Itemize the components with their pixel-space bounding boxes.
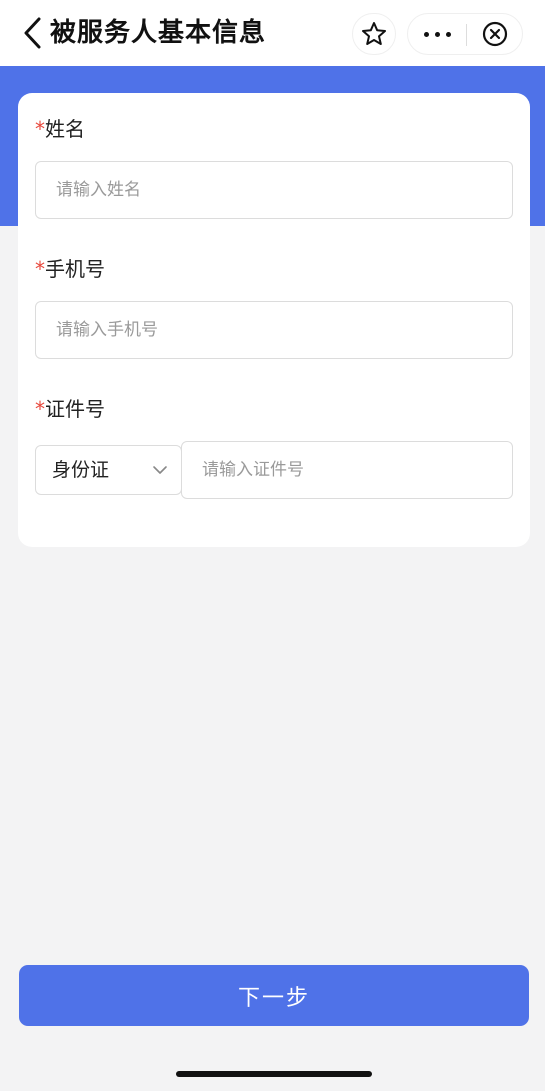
required-mark: * (35, 397, 45, 421)
name-label: *姓名 (35, 114, 85, 144)
phone-input[interactable] (35, 301, 513, 359)
id-type-select[interactable]: 身份证 (35, 445, 182, 495)
more-button[interactable] (408, 14, 466, 54)
name-label-text: 姓名 (45, 117, 85, 141)
required-mark: * (35, 257, 45, 281)
id-number-input[interactable] (181, 441, 513, 499)
star-icon (362, 22, 386, 45)
capsule-divider (466, 24, 467, 46)
phone-label-text: 手机号 (45, 257, 105, 281)
home-indicator (176, 1071, 372, 1077)
navigation-bar: 被服务人基本信息 (0, 0, 545, 66)
close-button[interactable] (468, 14, 522, 54)
page-title: 被服务人基本信息 (50, 18, 267, 48)
id-label-text: 证件号 (45, 397, 105, 421)
mini-program-capsule (407, 13, 523, 55)
favorite-button[interactable] (352, 13, 396, 55)
name-input[interactable] (35, 161, 513, 219)
close-circle-icon (482, 21, 508, 47)
chevron-down-icon (153, 466, 167, 474)
more-dots-icon (423, 31, 429, 37)
phone-label: *手机号 (35, 254, 105, 284)
next-step-button[interactable]: 下一步 (19, 965, 529, 1026)
id-type-value: 身份证 (52, 459, 110, 481)
back-chevron-icon[interactable] (20, 16, 46, 50)
form-card: *姓名 *手机号 *证件号 身份证 (18, 93, 530, 547)
required-mark: * (35, 117, 45, 141)
id-label: *证件号 (35, 394, 105, 424)
page: 被服务人基本信息 *姓名 请输入姓名 *手机号 请输入手机号 *证件号 身份证 … (0, 0, 545, 1091)
